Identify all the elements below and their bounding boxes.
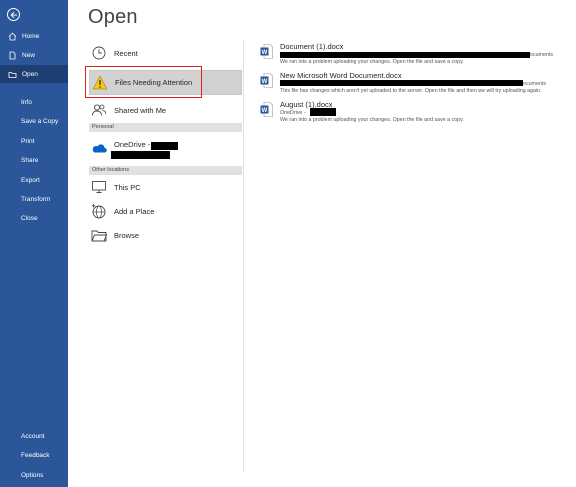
file-status-message: We ran into a problem uploading your cha… [280,117,464,123]
location-recent[interactable]: Recent [89,41,242,65]
word-document-icon: W [260,44,273,59]
sidebar-item-feedback[interactable]: Feedback [0,446,68,464]
file-status-message: This file has changes which aren't yet u… [280,88,542,94]
location-add-a-place[interactable]: Add a Place [89,199,242,223]
svg-text:W: W [262,108,268,114]
word-document-icon: W [260,102,273,117]
shared-users-icon [91,102,107,118]
location-label: Browse [114,230,140,240]
backstage-sidebar: Home New Open Info Save a Copy Print Sha… [0,0,68,487]
panel-divider [243,40,244,472]
section-header-other-locations: Other locations [89,166,242,175]
location-label: This PC [114,182,141,192]
redaction-bar [151,142,178,150]
file-path-suffix: ocuments [523,81,546,87]
redaction-bar [111,151,170,159]
location-label: Files Needing Attention [115,78,193,87]
page-title: Open [88,6,138,28]
location-label: Add a Place [114,206,155,216]
location-files-needing-attention[interactable]: Files Needing Attention [89,70,242,95]
file-item[interactable]: W August (1).docx OneDrive - We ran into… [258,100,574,128]
sidebar-item-info[interactable]: Info [0,93,68,111]
location-shared-with-me[interactable]: Shared with Me [89,98,242,122]
sidebar-item-close[interactable]: Close [0,209,68,227]
svg-text:W: W [262,50,268,56]
sidebar-item-label: New [22,51,36,59]
sidebar-item-share[interactable]: Share [0,151,68,169]
sidebar-item-new[interactable]: New [0,46,68,64]
clock-icon [91,45,107,61]
file-name: Document (1).docx [280,42,344,51]
sidebar-item-options[interactable]: Options [0,466,68,484]
location-label: OneDrive - [114,140,151,149]
back-arrow-icon[interactable] [7,8,20,21]
redaction-bar [310,108,336,116]
sidebar-item-account[interactable]: Account [0,427,68,445]
sidebar-item-open[interactable]: Open [0,65,68,83]
redaction-bar [280,52,530,58]
sidebar-item-transform[interactable]: Transform [0,190,68,208]
sidebar-item-label: Open [22,70,38,78]
file-path-suffix: ocuments [530,52,553,58]
open-folder-icon [8,70,17,79]
word-document-icon: W [260,73,273,88]
location-label: Shared with Me [114,105,167,115]
sidebar-item-export[interactable]: Export [0,171,68,189]
redaction-bar [280,80,523,86]
onedrive-cloud-icon [91,140,107,156]
add-place-globe-icon [91,203,107,219]
sidebar-item-print[interactable]: Print [0,132,68,150]
browse-folder-icon [91,227,107,243]
new-document-icon [8,51,17,60]
svg-text:W: W [262,79,268,85]
file-status-message: We ran into a problem uploading your cha… [280,59,464,65]
section-header-personal: Personal [89,123,242,132]
sidebar-item-home[interactable]: Home [0,27,68,45]
sidebar-item-save-a-copy[interactable]: Save a Copy [0,112,68,130]
warning-icon [92,75,108,91]
file-path-prefix: OneDrive - [280,110,306,116]
sidebar-item-label: Home [22,32,40,40]
location-browse[interactable]: Browse [89,223,242,247]
home-icon [8,32,17,41]
computer-icon [91,179,107,195]
file-name: New Microsoft Word Document.docx [280,71,402,80]
location-label: Recent [114,48,138,58]
location-this-pc[interactable]: This PC [89,175,242,199]
